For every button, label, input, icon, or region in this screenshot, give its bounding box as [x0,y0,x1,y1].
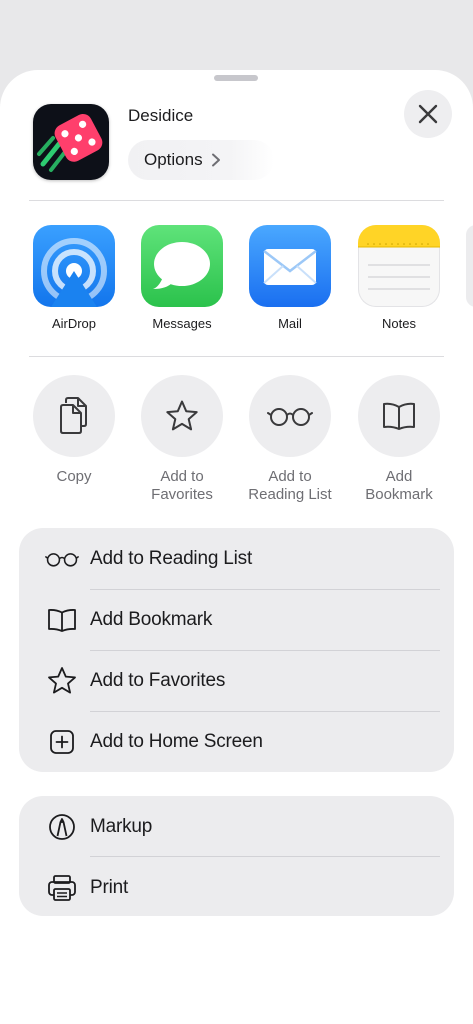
share-target-label: Notes [382,316,416,331]
star-icon [45,666,79,696]
list-item-add-to-favorites[interactable]: Add to Favorites [19,650,454,711]
action-label: Add to Favorites [151,468,213,503]
dice-app-icon [33,104,109,180]
list-item-label: Print [90,876,129,898]
list-item-print[interactable]: Print [19,857,454,918]
actions-list-primary: Add to Reading List Add Bookmark Add to … [19,528,454,772]
list-item-markup[interactable]: Markup [19,796,454,857]
options-label: Options [144,150,203,169]
plus-square-icon [45,727,79,757]
list-item-add-to-reading-list[interactable]: Add to Reading List [19,528,454,589]
list-item-label: Add to Favorites [90,669,226,691]
notes-icon [358,225,440,307]
action-label: Copy [56,468,92,485]
actions-list-secondary: Markup Print [19,796,454,916]
share-target-mail[interactable]: Mail [248,225,332,331]
list-item-add-bookmark[interactable]: Add Bookmark [19,589,454,650]
share-target-messages[interactable]: Messages [140,225,224,331]
share-sheet: Desidice Options AirDrop Messages Mail N… [0,70,473,1024]
apps-divider [29,356,444,357]
share-target-label: Mail [278,316,302,331]
options-button[interactable]: Options [128,140,274,180]
markup-pen-icon [45,812,79,842]
sheet-grabber[interactable] [214,75,258,81]
action-add-bookmark[interactable]: Add Bookmark [344,375,454,504]
app-name: Desidice [128,106,194,125]
add-bookmark-button[interactable] [358,375,440,457]
mail-icon [249,225,331,307]
list-item-label: Add Bookmark [90,608,213,630]
share-target-airdrop[interactable]: AirDrop [32,225,116,331]
share-target-label: AirDrop [51,316,97,331]
action-label: Add Bookmark [365,468,433,503]
action-add-to-reading-list[interactable]: Add to Reading List [235,375,345,504]
share-target-label: Messages [152,316,212,331]
action-label: Add to Reading List [248,468,332,503]
copy-button[interactable] [33,375,115,457]
list-item-label: Markup [90,815,153,837]
add-to-favorites-button[interactable] [141,375,223,457]
book-icon [45,605,79,635]
book-icon [383,402,415,430]
chevron-right-icon [211,153,220,167]
glasses-icon [45,544,79,574]
add-to-reading-list-button[interactable] [249,375,331,457]
header-divider [29,200,444,201]
list-item-label: Add to Home Screen [90,730,263,752]
star-icon [166,400,198,431]
list-item-label: Add to Reading List [90,547,253,569]
close-icon [418,104,438,124]
action-add-to-favorites[interactable]: Add to Favorites [127,375,237,504]
close-button[interactable] [404,90,452,138]
action-copy[interactable]: Copy [19,375,129,486]
share-target-more[interactable] [466,225,473,307]
printer-icon [45,873,79,903]
airdrop-icon [33,225,115,307]
copy-icon [60,397,87,434]
list-item-add-to-home-screen[interactable]: Add to Home Screen [19,711,454,772]
messages-icon [141,225,223,307]
glasses-icon [267,408,313,426]
share-target-notes[interactable]: Notes [357,225,441,331]
